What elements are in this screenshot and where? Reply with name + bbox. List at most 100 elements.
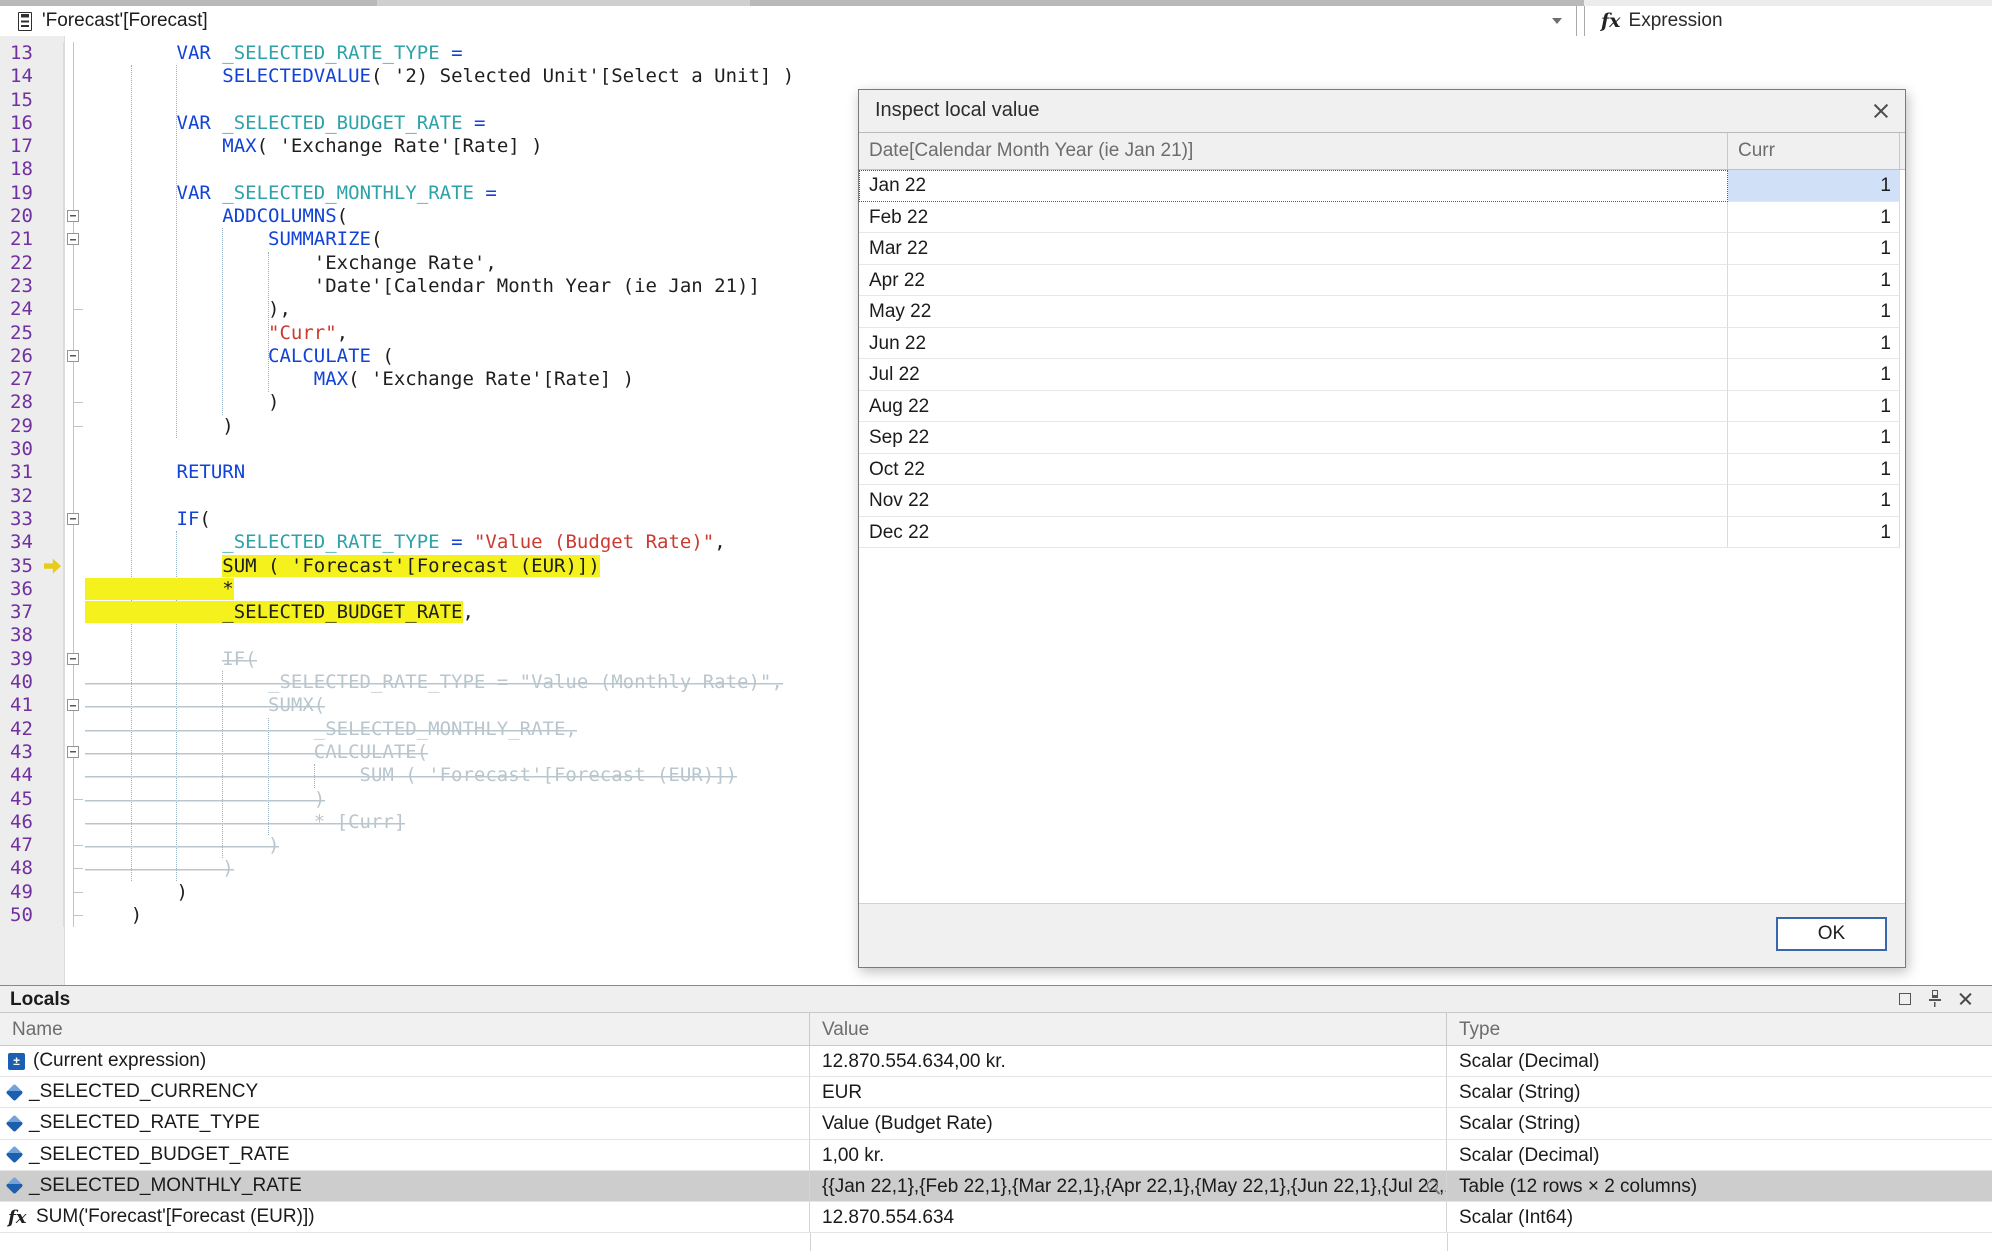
month-cell[interactable]: May 22	[859, 296, 1728, 328]
local-value-cell[interactable]: 1,00 kr.	[810, 1140, 1447, 1171]
column-header-value[interactable]: Value	[810, 1013, 1447, 1045]
line-number: 22	[0, 252, 64, 275]
local-name-cell[interactable]: _SELECTED_BUDGET_RATE	[0, 1140, 810, 1171]
fold-collapse-icon[interactable]	[64, 205, 85, 228]
column-header-name[interactable]: Name	[0, 1013, 810, 1045]
table-row[interactable]: Jan 221	[859, 170, 1905, 202]
curr-cell[interactable]: 1	[1728, 233, 1900, 265]
month-cell[interactable]: Oct 22	[859, 454, 1728, 486]
magnifier-icon[interactable]	[1427, 1180, 1438, 1191]
line-number: 17	[0, 135, 64, 158]
month-cell[interactable]: Jun 22	[859, 328, 1728, 360]
table-row[interactable]: Sep 221	[859, 422, 1905, 454]
table-row[interactable]: Apr 221	[859, 265, 1905, 297]
column-header-curr[interactable]: Curr	[1728, 133, 1900, 169]
fold-margin	[64, 368, 85, 391]
local-name-cell[interactable]: _SELECTED_MONTHLY_RATE	[0, 1171, 810, 1202]
local-name: (Current expression)	[33, 1050, 206, 1072]
line-number: 30	[0, 438, 64, 461]
fold-collapse-icon[interactable]	[64, 228, 85, 251]
chevron-down-icon[interactable]	[1552, 18, 1562, 24]
line-number: 20	[0, 205, 64, 228]
code-line-13[interactable]: 13 VAR _SELECTED_RATE_TYPE =	[0, 42, 1992, 65]
expression-selector[interactable]: 'Forecast'[Forecast]	[0, 6, 1577, 36]
fold-collapse-icon[interactable]	[64, 345, 85, 368]
fold-collapse-icon[interactable]	[64, 741, 85, 764]
curr-cell[interactable]: 1	[1728, 202, 1900, 234]
code-line-14[interactable]: 14 SELECTEDVALUE( '2) Selected Unit'[Sel…	[0, 65, 1992, 88]
table-row[interactable]: Nov 221	[859, 485, 1905, 517]
local-name-cell[interactable]: ±(Current expression)	[0, 1046, 810, 1077]
month-cell[interactable]: Sep 22	[859, 422, 1728, 454]
inspect-local-value-dialog: Inspect local value Date[Calendar Month …	[858, 89, 1906, 968]
curr-cell[interactable]: 1	[1728, 454, 1900, 486]
line-number: 25	[0, 322, 64, 345]
local-value-cell[interactable]: Value (Budget Rate)	[810, 1108, 1447, 1139]
variable-icon	[6, 1115, 23, 1132]
fold-margin	[64, 671, 85, 694]
line-number: 40	[0, 671, 64, 694]
dialog-title-bar[interactable]: Inspect local value	[859, 90, 1905, 133]
curr-cell[interactable]: 1	[1728, 265, 1900, 297]
line-number: 48	[0, 857, 64, 880]
local-value-cell[interactable]: 12.870.554.634,00 kr.	[810, 1046, 1447, 1077]
local-name-cell[interactable]: _SELECTED_RATE_TYPE	[0, 1108, 810, 1139]
close-icon[interactable]	[1873, 103, 1889, 119]
month-cell[interactable]: Feb 22	[859, 202, 1728, 234]
curr-cell[interactable]: 1	[1728, 517, 1900, 549]
curr-cell[interactable]: 1	[1728, 328, 1900, 360]
curr-cell[interactable]: 1	[1728, 422, 1900, 454]
fold-margin	[64, 391, 85, 414]
line-number: 36	[0, 578, 64, 601]
fold-collapse-icon[interactable]	[64, 508, 85, 531]
table-row[interactable]: May 221	[859, 296, 1905, 328]
curr-cell[interactable]: 1	[1728, 391, 1900, 423]
fold-collapse-icon[interactable]	[64, 648, 85, 671]
close-icon[interactable]	[1959, 992, 1972, 1005]
line-number: 15	[0, 89, 64, 112]
expression-label-panel: fx Expression	[1584, 6, 1992, 36]
local-name-cell[interactable]: _SELECTED_CURRENCY	[0, 1077, 810, 1108]
table-row[interactable]: Aug 221	[859, 391, 1905, 423]
locals-row[interactable]: fxSUM('Forecast'[Forecast (EUR)])12.870.…	[0, 1202, 1992, 1233]
local-name: _SELECTED_CURRENCY	[29, 1081, 258, 1103]
maximize-icon[interactable]	[1899, 993, 1911, 1005]
month-cell[interactable]: Aug 22	[859, 391, 1728, 423]
ok-button[interactable]: OK	[1776, 917, 1887, 951]
local-value-cell[interactable]: 12.870.554.634	[810, 1202, 1447, 1233]
month-cell[interactable]: Apr 22	[859, 265, 1728, 297]
month-cell[interactable]: Jan 22	[859, 170, 1728, 202]
table-row[interactable]: Oct 221	[859, 454, 1905, 486]
local-value-cell[interactable]: {{Jan 22,1},{Feb 22,1},{Mar 22,1},{Apr 2…	[810, 1171, 1447, 1202]
month-cell[interactable]: Nov 22	[859, 485, 1728, 517]
curr-cell[interactable]: 1	[1728, 296, 1900, 328]
table-row[interactable]: Jul 221	[859, 359, 1905, 391]
curr-cell[interactable]: 1	[1728, 359, 1900, 391]
column-header-date[interactable]: Date[Calendar Month Year (ie Jan 21)]	[859, 133, 1728, 169]
pin-icon[interactable]	[1928, 990, 1942, 1007]
month-cell[interactable]: Mar 22	[859, 233, 1728, 265]
locals-row[interactable]: _SELECTED_MONTHLY_RATE{{Jan 22,1},{Feb 2…	[0, 1171, 1992, 1202]
table-row[interactable]: Jun 221	[859, 328, 1905, 360]
fold-margin	[64, 578, 85, 601]
curr-cell[interactable]: 1	[1728, 170, 1900, 202]
local-value-cell[interactable]: EUR	[810, 1077, 1447, 1108]
table-row[interactable]: Dec 221	[859, 517, 1905, 549]
locals-row[interactable]: _SELECTED_CURRENCYEURScalar (String)	[0, 1077, 1992, 1108]
table-row[interactable]: Mar 221	[859, 233, 1905, 265]
fold-collapse-icon[interactable]	[64, 694, 85, 717]
expression-label: Expression	[1629, 10, 1723, 32]
month-cell[interactable]: Jul 22	[859, 359, 1728, 391]
curr-cell[interactable]: 1	[1728, 485, 1900, 517]
locals-row[interactable]: ±(Current expression)12.870.554.634,00 k…	[0, 1046, 1992, 1077]
locals-row[interactable]: _SELECTED_RATE_TYPEValue (Budget Rate)Sc…	[0, 1108, 1992, 1139]
table-row[interactable]: Feb 221	[859, 202, 1905, 234]
line-number: 50	[0, 904, 64, 927]
locals-row[interactable]: _SELECTED_BUDGET_RATE1,00 kr.Scalar (Dec…	[0, 1140, 1992, 1171]
fold-margin	[64, 764, 85, 787]
value-table: Jan 221Feb 221Mar 221Apr 221May 221Jun 2…	[859, 170, 1905, 548]
column-header-type[interactable]: Type	[1447, 1013, 1992, 1045]
local-name-cell[interactable]: fxSUM('Forecast'[Forecast (EUR)])	[0, 1202, 810, 1233]
month-cell[interactable]: Dec 22	[859, 517, 1728, 549]
expression-selector-value: 'Forecast'[Forecast]	[42, 10, 208, 32]
